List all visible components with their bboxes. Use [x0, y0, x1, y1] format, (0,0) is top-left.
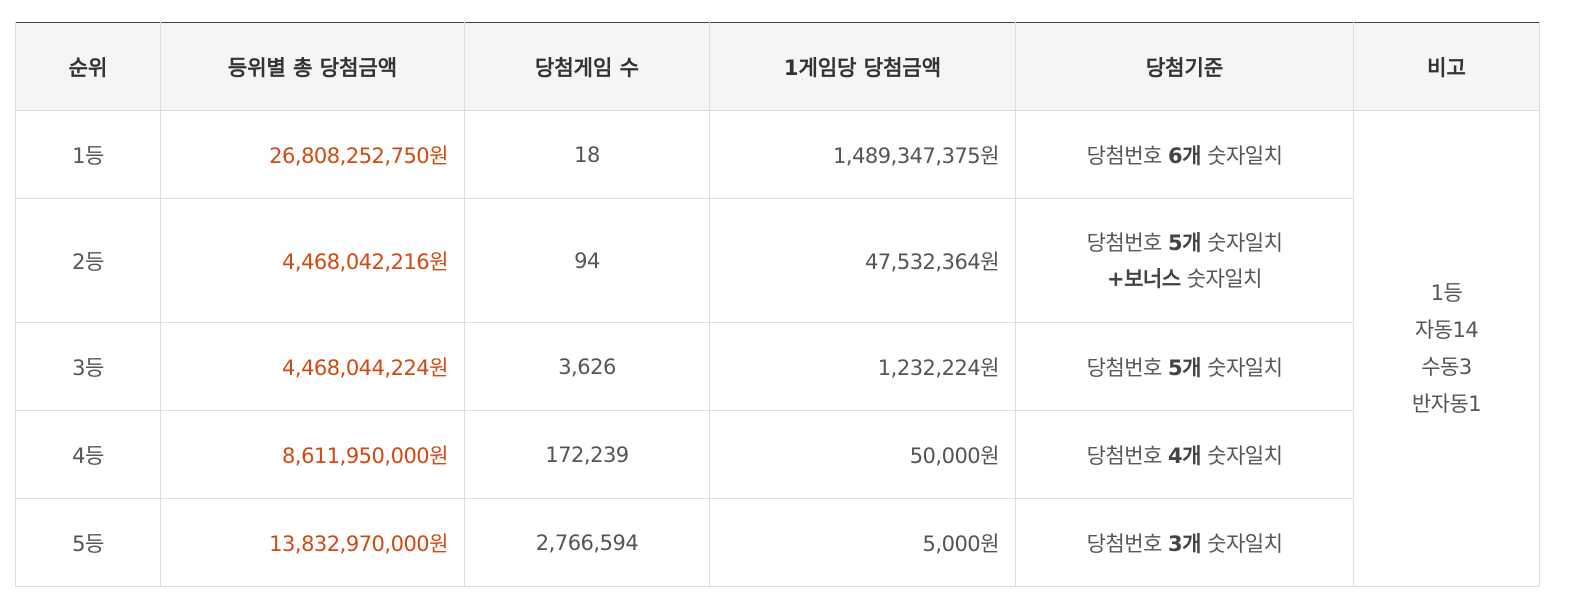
rank-cell: 5등	[15, 498, 161, 587]
rank-cell: 2등	[15, 198, 161, 323]
winning-games-cell: 94	[464, 198, 710, 323]
note-line: 반자동1	[1411, 391, 1482, 416]
per-game-amount-cell: 47,532,364원	[709, 198, 1016, 323]
criteria-prefix: 당첨번호	[1086, 143, 1169, 168]
total-amount-cell: 8,611,950,000원	[160, 410, 465, 499]
total-amount-cell: 4,468,042,216원	[160, 198, 465, 323]
total-amount-cell: 26,808,252,750원	[160, 110, 465, 199]
criteria-prefix: 당첨번호	[1086, 230, 1169, 255]
criteria-count: 5개	[1168, 230, 1201, 255]
criteria-suffix: 숫자일치	[1200, 143, 1283, 168]
criteria-count: 6개	[1168, 143, 1201, 168]
per-game-amount-cell: 5,000원	[709, 498, 1016, 587]
criteria-line-2: +보너스 숫자일치	[1017, 261, 1352, 297]
winning-games-cell: 172,239	[464, 410, 710, 499]
criteria-prefix: 당첨번호	[1086, 443, 1169, 468]
rank-cell: 1등	[15, 110, 161, 199]
criteria-cell: 당첨번호 5개 숫자일치	[1015, 322, 1354, 411]
criteria-line-1: 당첨번호 5개 숫자일치	[1017, 225, 1352, 261]
criteria-suffix: 숫자일치	[1200, 230, 1283, 255]
criteria-suffix: 숫자일치	[1200, 443, 1283, 468]
criteria-cell: 당첨번호 6개 숫자일치	[1015, 110, 1354, 199]
header-criteria: 당첨기준	[1015, 22, 1354, 111]
winning-games-cell: 2,766,594	[464, 498, 710, 587]
criteria-suffix: 숫자일치	[1180, 266, 1263, 291]
header-note: 비고	[1353, 22, 1540, 111]
table-row: 4등 8,611,950,000원 172,239 50,000원 당첨번호 4…	[15, 410, 1540, 499]
prize-table-container: 순위 등위별 총 당첨금액 당첨게임 수 1게임당 당첨금액 당첨기준 비고 1…	[15, 22, 1540, 587]
note-line: 수동3	[1421, 354, 1472, 379]
note-line: 자동14	[1414, 317, 1479, 342]
criteria-cell: 당첨번호 5개 숫자일치 +보너스 숫자일치	[1015, 198, 1354, 323]
criteria-cell: 당첨번호 3개 숫자일치	[1015, 498, 1354, 587]
per-game-amount-cell: 1,232,224원	[709, 322, 1016, 411]
note-cell: 1등 자동14 수동3 반자동1	[1353, 110, 1540, 587]
criteria-suffix: 숫자일치	[1200, 355, 1283, 380]
per-game-amount-cell: 50,000원	[709, 410, 1016, 499]
table-header-row: 순위 등위별 총 당첨금액 당첨게임 수 1게임당 당첨금액 당첨기준 비고	[15, 22, 1540, 111]
criteria-bonus: 보너스	[1124, 266, 1181, 291]
criteria-count: 4개	[1168, 443, 1201, 468]
header-per-game-amount: 1게임당 당첨금액	[709, 22, 1016, 111]
table-row: 1등 26,808,252,750원 18 1,489,347,375원 당첨번…	[15, 110, 1540, 587]
criteria-plus: +	[1106, 266, 1125, 291]
table-row: 5등 13,832,970,000원 2,766,594 5,000원 당첨번호…	[15, 498, 1540, 587]
header-total-amount: 등위별 총 당첨금액	[160, 22, 465, 111]
criteria-cell: 당첨번호 4개 숫자일치	[1015, 410, 1354, 499]
per-game-amount-cell: 1,489,347,375원	[709, 110, 1016, 199]
winning-games-cell: 18	[464, 110, 710, 199]
header-winning-games: 당첨게임 수	[464, 22, 710, 111]
winning-games-cell: 3,626	[464, 322, 710, 411]
rank-cell: 4등	[15, 410, 161, 499]
total-amount-cell: 13,832,970,000원	[160, 498, 465, 587]
table-row: 2등 4,468,042,216원 94 47,532,364원 당첨번호 5개…	[15, 198, 1540, 323]
header-rank: 순위	[15, 22, 161, 111]
total-amount-cell: 4,468,044,224원	[160, 322, 465, 411]
criteria-prefix: 당첨번호	[1086, 531, 1169, 556]
note-line: 1등	[1430, 280, 1463, 305]
criteria-suffix: 숫자일치	[1200, 531, 1283, 556]
criteria-prefix: 당첨번호	[1086, 355, 1169, 380]
prize-table: 순위 등위별 총 당첨금액 당첨게임 수 1게임당 당첨금액 당첨기준 비고 1…	[15, 22, 1540, 587]
criteria-count: 5개	[1168, 355, 1201, 380]
rank-cell: 3등	[15, 322, 161, 411]
criteria-count: 3개	[1168, 531, 1201, 556]
table-row: 3등 4,468,044,224원 3,626 1,232,224원 당첨번호 …	[15, 322, 1540, 411]
